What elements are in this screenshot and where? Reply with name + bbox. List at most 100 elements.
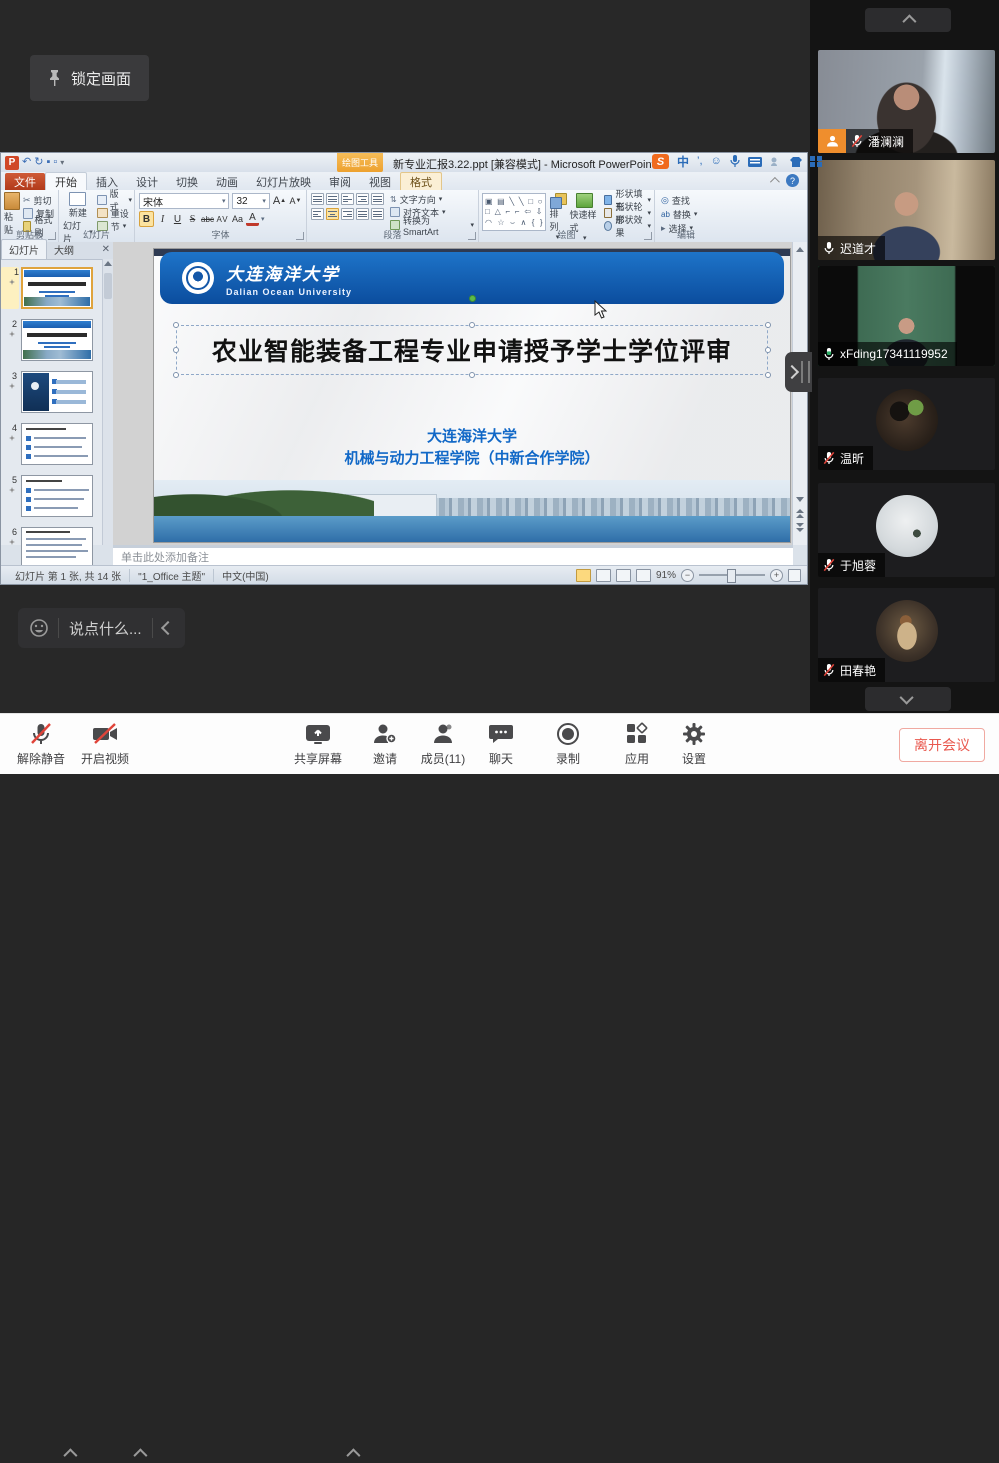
participant-tile-3[interactable]: xFding17341119952 — [818, 266, 995, 366]
ime-punctuation-icon[interactable]: ’, — [697, 156, 703, 167]
previous-slide-button[interactable] — [796, 509, 804, 518]
ime-skin-icon[interactable] — [790, 156, 802, 167]
resize-handle[interactable] — [469, 322, 475, 328]
panel-tab-outline[interactable]: 大纲 — [47, 240, 81, 259]
justify-button[interactable] — [356, 208, 369, 220]
resize-handle[interactable] — [765, 372, 771, 378]
font-name-combo[interactable]: 宋体▾ — [139, 193, 229, 209]
participant-tile-2[interactable]: 迟道才 — [818, 160, 995, 260]
clear-formatting-button[interactable]: abc — [201, 212, 214, 226]
participant-tile-4[interactable]: 温昕 — [818, 378, 995, 470]
ime-handwriting-icon[interactable] — [770, 156, 782, 167]
scroll-participants-down-button[interactable] — [865, 687, 951, 711]
tab-transitions[interactable]: 切换 — [167, 173, 207, 190]
grow-font-button[interactable]: A▲ — [273, 194, 286, 208]
align-right-button[interactable] — [341, 208, 354, 220]
slide-thumbnail-2[interactable]: 2 — [1, 319, 101, 363]
leave-meeting-button[interactable]: 离开会议 — [899, 728, 985, 762]
align-center-button[interactable] — [326, 208, 339, 220]
drawing-dialog-launcher[interactable] — [644, 232, 652, 240]
increase-indent-button[interactable] — [356, 193, 369, 205]
slide[interactable]: 大连海洋大学 Dalian Ocean University 农业智能装备工程专… — [153, 248, 791, 543]
bullets-button[interactable] — [311, 193, 324, 205]
record-button[interactable]: 录制 — [535, 722, 601, 767]
font-color-dropdown-icon[interactable]: ▾ — [261, 215, 265, 223]
decrease-indent-button[interactable] — [341, 193, 354, 205]
collapse-participants-button[interactable] — [865, 8, 951, 32]
slide-scrollbar[interactable] — [792, 242, 807, 545]
tab-format[interactable]: 格式 — [400, 172, 442, 190]
next-slide-button[interactable] — [796, 523, 804, 532]
slideshow-view-button[interactable] — [636, 569, 651, 582]
powerpoint-app-icon[interactable]: P — [5, 156, 19, 170]
tab-design[interactable]: 设计 — [127, 173, 167, 190]
unmute-button[interactable]: 解除静音 — [8, 722, 74, 767]
chat-input-placeholder[interactable]: 说点什么... — [69, 618, 142, 639]
participant-tile-1[interactable]: 潘澜澜 — [818, 50, 995, 153]
new-file-icon[interactable]: ▫ — [53, 157, 57, 168]
members-button[interactable]: 成员(11) — [410, 722, 476, 767]
resize-handle[interactable] — [173, 372, 179, 378]
character-spacing-button[interactable]: AV — [216, 212, 229, 226]
emoji-icon[interactable] — [30, 619, 48, 637]
columns-button[interactable] — [371, 208, 384, 220]
underline-button[interactable]: U — [171, 212, 184, 226]
fit-to-window-button[interactable] — [788, 569, 801, 582]
zoom-slider[interactable] — [699, 574, 765, 576]
resize-handle[interactable] — [469, 372, 475, 378]
minimize-ribbon-icon[interactable] — [770, 177, 780, 187]
text-direction-button[interactable]: ⇅文字方向▾ — [390, 193, 474, 205]
participant-tile-6[interactable]: 田春艳 — [818, 588, 995, 682]
video-options-chevron[interactable] — [133, 1448, 147, 1462]
resize-handle[interactable] — [765, 347, 771, 353]
tab-view[interactable]: 视图 — [360, 173, 400, 190]
rotate-handle[interactable] — [469, 295, 476, 302]
font-size-combo[interactable]: 32▾ — [232, 193, 269, 209]
panel-close-icon[interactable]: ✕ — [102, 244, 110, 255]
settings-button[interactable]: 设置 — [661, 722, 727, 767]
zoom-in-button[interactable]: + — [770, 569, 783, 582]
layout-button[interactable]: 版式▾ — [97, 194, 132, 206]
align-left-button[interactable] — [311, 208, 324, 220]
redo-icon[interactable]: ↻ — [34, 157, 43, 168]
ime-language-mode[interactable]: 中 — [677, 153, 689, 170]
slide-thumbnail-5[interactable]: 5 — [1, 475, 101, 519]
tab-animations[interactable]: 动画 — [207, 173, 247, 190]
notes-pane[interactable]: 单击此处添加备注 — [113, 545, 793, 565]
tab-home[interactable]: 开始 — [45, 172, 87, 190]
strikethrough-button[interactable]: S — [186, 212, 199, 226]
reading-view-button[interactable] — [616, 569, 631, 582]
numbering-button[interactable] — [326, 193, 339, 205]
slide-sorter-view-button[interactable] — [596, 569, 611, 582]
ime-toolbox-icon[interactable] — [810, 156, 822, 167]
resize-handle[interactable] — [173, 347, 179, 353]
normal-view-button[interactable] — [576, 569, 591, 582]
ime-toolbar[interactable]: S 中 ’, ☺ — [652, 153, 822, 170]
line-spacing-button[interactable] — [371, 193, 384, 205]
reset-button[interactable]: 重设 — [97, 207, 132, 219]
sidebar-expand-handle[interactable] — [785, 352, 812, 392]
participant-tile-5[interactable]: 于旭蓉 — [818, 483, 995, 577]
tab-file[interactable]: 文件 — [5, 173, 45, 190]
qat-dropdown-icon[interactable]: ▾ — [60, 159, 64, 167]
invite-button[interactable]: 邀请 — [352, 722, 418, 767]
start-video-button[interactable]: 开启视频 — [72, 722, 138, 767]
ime-emoji-icon[interactable]: ☺ — [711, 156, 722, 167]
shrink-font-button[interactable]: A▼ — [289, 194, 302, 208]
collapse-chat-icon[interactable] — [160, 621, 174, 635]
share-screen-button[interactable]: 共享屏幕 — [285, 722, 351, 767]
share-options-chevron[interactable] — [346, 1448, 360, 1462]
tab-slideshow[interactable]: 幻灯片放映 — [247, 173, 320, 190]
ime-keyboard-icon[interactable] — [748, 157, 762, 167]
bold-button[interactable]: B — [139, 211, 154, 227]
slide-thumbnail-3[interactable]: 3 — [1, 371, 101, 415]
cut-button[interactable]: ✂剪切 — [23, 194, 56, 206]
replace-button[interactable]: ab替换▾ — [661, 208, 717, 220]
lock-screen-button[interactable]: 锁定画面 — [30, 55, 149, 101]
tab-review[interactable]: 审阅 — [320, 173, 360, 190]
resize-handle[interactable] — [173, 322, 179, 328]
italic-button[interactable]: I — [156, 212, 169, 226]
panel-tab-slides[interactable]: 幻灯片 — [1, 239, 47, 259]
slide-thumbnail-1[interactable]: 1 — [1, 267, 101, 311]
find-button[interactable]: ◎查找 — [661, 194, 717, 206]
